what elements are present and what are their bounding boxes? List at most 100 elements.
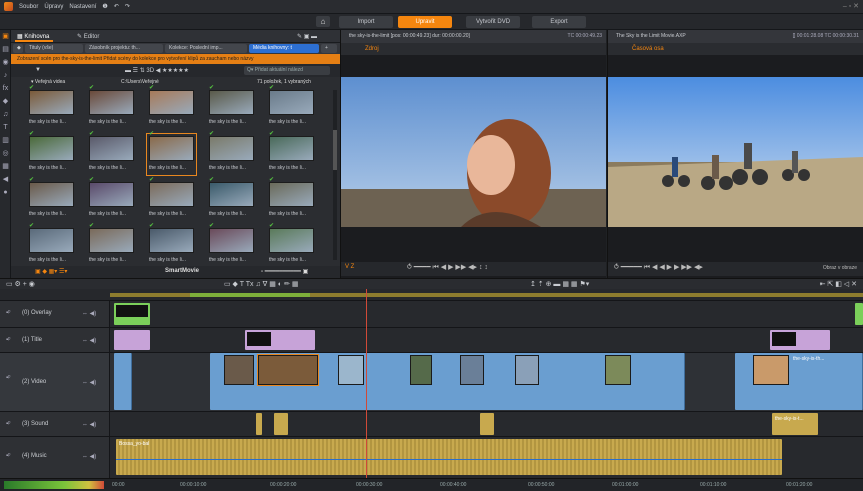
sound-clip[interactable] — [480, 413, 494, 435]
media-thumbnail[interactable]: ✔ the sky is the li... — [269, 223, 314, 265]
media-thumbnail[interactable]: ✔ the sky is the li... — [29, 85, 74, 127]
menu-file[interactable]: Soubor — [19, 4, 38, 10]
track-music: ▪ᵖ (4) Music ⇔ ◀) Bossa_yo-bal — [0, 436, 863, 478]
montage-icon[interactable]: ▥ — [0, 134, 11, 147]
pip-button[interactable]: Obraz v obraze — [823, 265, 857, 271]
tab-export[interactable]: Export — [532, 16, 586, 28]
media-thumbnail[interactable]: ✔ the sky is the li... — [89, 131, 134, 173]
timeline-zoom-tools[interactable]: ⇤ ⇱ ◧ ◁ ✕ — [820, 280, 857, 288]
media-thumbnail[interactable]: ✔ the sky is the li... — [269, 85, 314, 127]
photo-icon[interactable]: ◉ — [0, 56, 11, 69]
disc-icon[interactable]: ◎ — [0, 147, 11, 160]
audio-icon[interactable]: ♪ — [0, 69, 11, 82]
subtab-add[interactable]: + — [321, 44, 337, 53]
video-clip[interactable]: the-sky-is-th... — [735, 353, 863, 410]
title-clip[interactable] — [245, 330, 315, 350]
overlay-clip[interactable] — [855, 303, 863, 325]
track-body[interactable]: Bossa_yo-bal — [110, 437, 863, 478]
media-thumbnail[interactable]: ✔ the sky is the li... — [209, 85, 254, 127]
redo-icon[interactable]: ↷ — [125, 3, 130, 10]
video-icon[interactable]: ▤ — [0, 43, 11, 56]
media-thumbnail[interactable]: ✔ the sky is the li... — [89, 223, 134, 265]
menu-settings[interactable]: Nastavení — [69, 4, 96, 10]
timeline-tools-center[interactable]: ▭ ◆ T Tx ♫ ∇ ▦ ◐ ✏ ▦ — [224, 280, 298, 288]
panel-tools[interactable]: ✎ ▣ ▬ — [297, 32, 317, 42]
library-icon[interactable]: ▣ — [0, 30, 11, 43]
sound-icon[interactable]: ◀ — [0, 173, 11, 186]
timeline-ruler[interactable] — [0, 289, 863, 300]
sound-clip[interactable]: the-sky-is-t... — [772, 413, 818, 435]
tab-editor[interactable]: ✎ Editor — [77, 32, 99, 42]
search-input[interactable]: Q▾ Přidat aktuální nálezd — [244, 66, 330, 75]
media-thumbnail[interactable]: ✔ the sky is the li... — [269, 177, 314, 219]
library-scrollbar[interactable] — [333, 90, 337, 260]
media-thumbnail[interactable]: ✔ the sky is the li... — [29, 177, 74, 219]
view-options[interactable]: ▬ ☰ ⇅ 3D ◀ ★★★★★ — [125, 67, 189, 74]
title-clip[interactable] — [114, 330, 150, 350]
smartmovie-icon[interactable]: ▣ ◆ ▦▾ ☰▾ — [35, 268, 67, 275]
folder-name[interactable]: ▾ Veřejná videa — [31, 79, 65, 85]
tab-create-dvd[interactable]: Vytvořit DVD — [466, 16, 520, 28]
transition-icon[interactable]: ◆ — [0, 95, 11, 108]
thumbnail-caption: the sky is the li... — [89, 257, 126, 263]
window-controls[interactable]: – ▫ ✕ — [843, 2, 859, 10]
subtab-library-media[interactable]: Média knihovny: t — [249, 44, 319, 53]
menu-template-icon[interactable]: ▦ — [0, 160, 11, 173]
library-category-bar: ▣ ▤ ◉ ♪ fx ◆ ♫ T ▥ ◎ ▦ ◀ ● — [0, 30, 11, 278]
title-clip[interactable] — [770, 330, 830, 350]
media-thumbnail[interactable]: ✔ the sky is the li... — [209, 223, 254, 265]
subtab-project-bin[interactable]: Zásobník projektu: th... — [85, 44, 163, 53]
media-thumbnail[interactable]: ✔ the sky is the li... — [209, 177, 254, 219]
record-icon[interactable]: ● — [0, 186, 11, 199]
media-thumbnail[interactable]: ✔ the sky is the li... — [209, 131, 254, 173]
menu-edit[interactable]: Úpravy — [44, 4, 63, 10]
check-icon: ✔ — [29, 177, 35, 183]
overlay-clip[interactable] — [114, 303, 150, 325]
home-icon[interactable]: ⌂ — [316, 16, 330, 27]
media-thumbnail[interactable]: ✔ the sky is the li... — [29, 131, 74, 173]
timeline-tools-left[interactable]: ▭ ⚙ + ◉ — [6, 280, 35, 288]
effects-icon[interactable]: fx — [0, 82, 11, 95]
media-thumbnail[interactable]: ✔ the sky is the li... — [89, 177, 134, 219]
subtab-orange-flag[interactable]: ◆ — [13, 44, 23, 53]
music-icon[interactable]: ♫ — [0, 108, 11, 121]
playhead[interactable] — [366, 289, 367, 479]
tab-import[interactable]: Import — [339, 16, 393, 28]
track-body[interactable] — [110, 328, 863, 352]
tag-icon[interactable]: ▼ — [35, 67, 41, 73]
zoom-slider[interactable]: ▫ ━━━━━━━━━━ ▣ — [261, 268, 308, 275]
track-body[interactable] — [110, 301, 863, 327]
media-thumbnail[interactable]: ✔ the sky is the li... — [89, 85, 134, 127]
media-thumbnail[interactable]: ✔ the sky is the li... — [149, 85, 194, 127]
timeline-transport-buttons[interactable]: ⥀ ━━━━━ ⏮ ◀ ◀ ▶ ▶ ▶▶ ◀▸ — [614, 263, 703, 272]
subtab-titles[interactable]: Tituly (vše) — [25, 44, 83, 53]
thumbnail-image — [269, 90, 314, 115]
title-icon[interactable]: T — [0, 121, 11, 134]
timeline-tools-right[interactable]: ↥ ⇡ ⊕ ▬ ▦ ▦ ⚑▾ — [530, 280, 589, 288]
undo-icon[interactable]: ↶ — [114, 3, 119, 10]
source-view-toggle[interactable]: V Z — [345, 264, 354, 270]
source-transport-buttons[interactable]: ⥀ ━━━━ ⏮ ◀ ▶ ▶▶ ◀▸ ↕ ↕ — [407, 263, 488, 272]
track-header: ▪ᵖ (4) Music ⇔ ◀) — [0, 437, 110, 478]
sound-clip[interactable] — [274, 413, 288, 435]
sound-clip[interactable] — [256, 413, 262, 435]
subtab-collection[interactable]: Kolekce: Poslední imp... — [165, 44, 247, 53]
source-title: the sky-is-the-limit [pos: 00:00:49.23] … — [341, 30, 606, 43]
thumbnail-image — [269, 182, 314, 207]
media-thumbnail[interactable]: ✔ the sky is the li... — [149, 177, 194, 219]
media-thumbnail[interactable]: ✔ the sky is the li... — [29, 223, 74, 265]
media-thumbnail[interactable]: ✔ the sky is the li... — [149, 223, 194, 265]
help-icon[interactable]: ❶ — [102, 3, 107, 10]
tab-edit[interactable]: Upravit — [398, 16, 452, 28]
music-clip[interactable]: Bossa_yo-bal — [116, 439, 782, 475]
thumbnail-image — [89, 136, 134, 161]
track-body[interactable]: the-sky-is-t... — [110, 412, 863, 436]
thumbnail-image — [149, 90, 194, 115]
smartmovie-button[interactable]: SmartMovie — [165, 268, 199, 274]
track-body[interactable]: the-sky-is-th... — [110, 353, 863, 411]
thumbnail-caption: the sky is the li... — [29, 165, 66, 171]
video-clip[interactable] — [210, 353, 685, 410]
media-thumbnail[interactable]: ✔ the sky is the li... — [269, 131, 314, 173]
video-clip[interactable] — [114, 353, 132, 410]
media-thumbnail[interactable]: ✔ the sky is the li... — [146, 131, 197, 176]
